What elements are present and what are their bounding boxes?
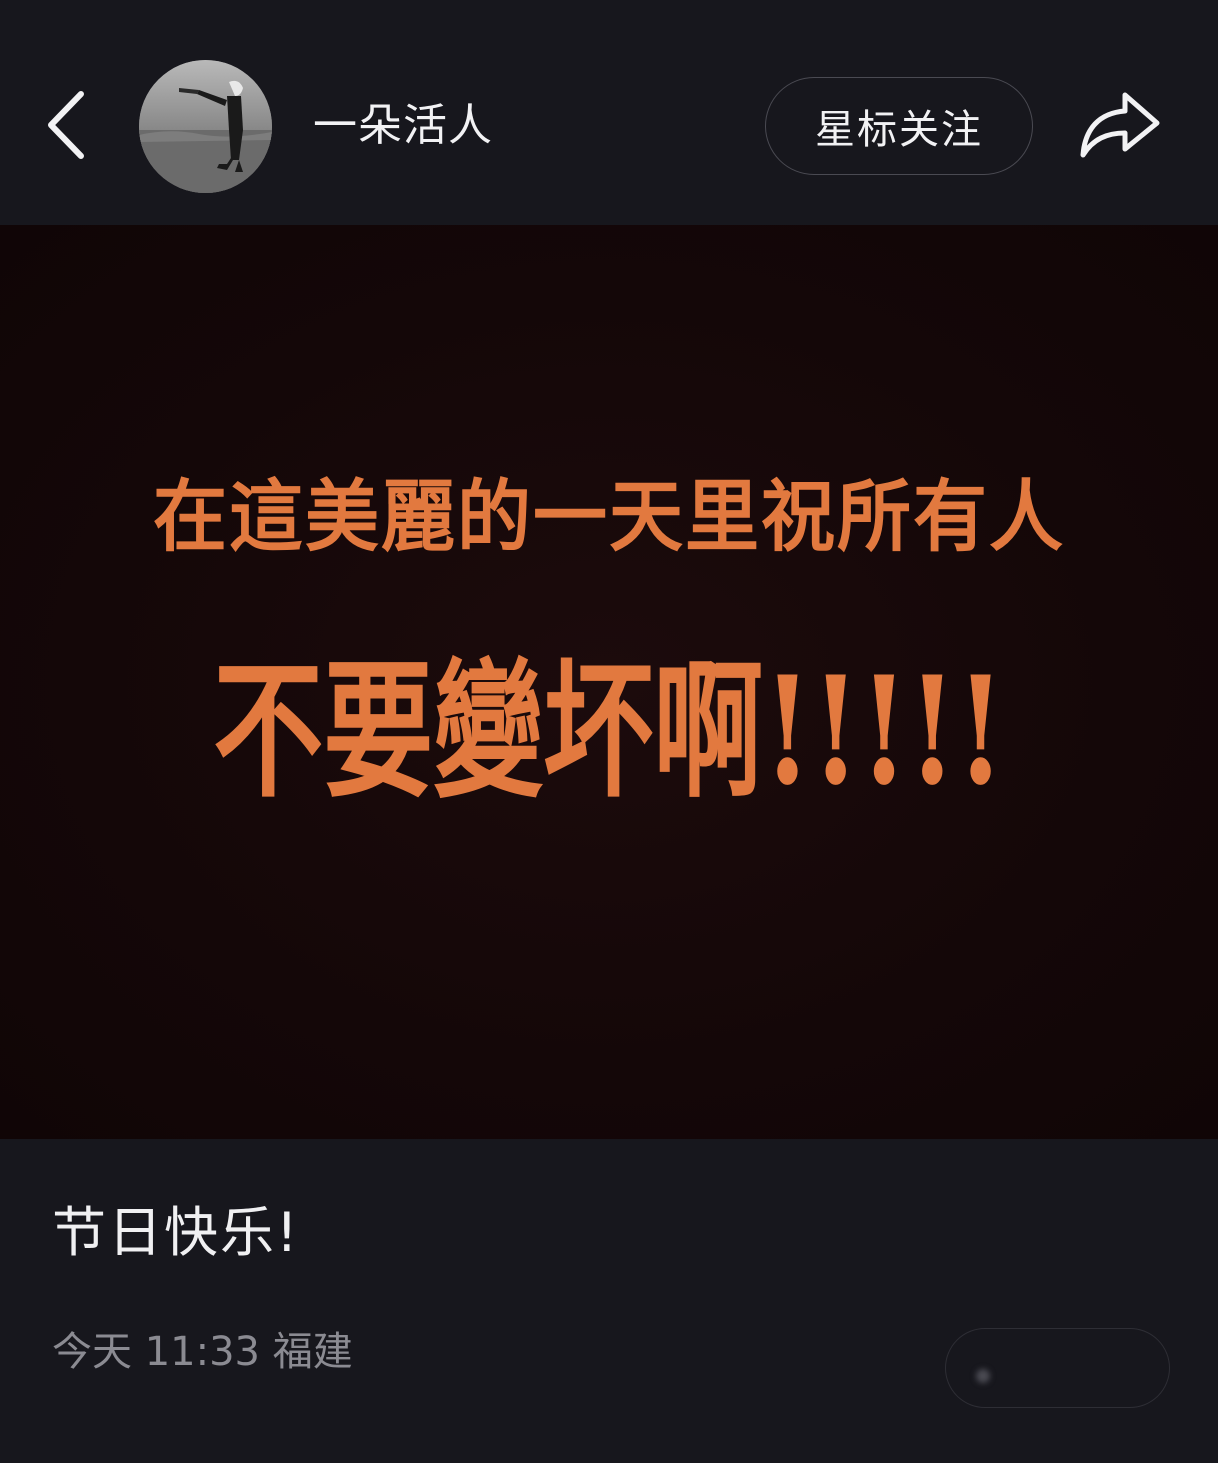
- back-button[interactable]: [30, 80, 100, 170]
- top-bar: 一朵活人 星标关注: [0, 0, 1218, 225]
- post-meta: 今天 11:33 福建: [52, 1324, 353, 1380]
- avatar[interactable]: [139, 60, 272, 193]
- post-image[interactable]: 在這美麗的一天里祝所有人 不要變坏啊!!!!!: [0, 225, 1218, 1139]
- username[interactable]: 一朵活人: [313, 96, 493, 156]
- post-time: 11:33: [144, 1329, 260, 1375]
- share-arrow-icon: [1080, 92, 1160, 158]
- post-caption: 节日快乐!: [52, 1201, 300, 1264]
- share-button[interactable]: [1070, 80, 1170, 170]
- star-follow-button[interactable]: 星标关注: [765, 77, 1033, 175]
- post-location: 福建: [272, 1329, 353, 1375]
- image-text-line2: 不要變坏啊!!!!!: [213, 643, 1005, 818]
- comment-icon: [976, 1369, 990, 1383]
- image-text-line1: 在這美麗的一天里祝所有人: [153, 472, 1065, 563]
- post-date: 今天: [52, 1329, 132, 1375]
- chevron-left-icon: [48, 91, 84, 159]
- comment-button[interactable]: [945, 1328, 1170, 1408]
- avatar-photo: [139, 60, 272, 193]
